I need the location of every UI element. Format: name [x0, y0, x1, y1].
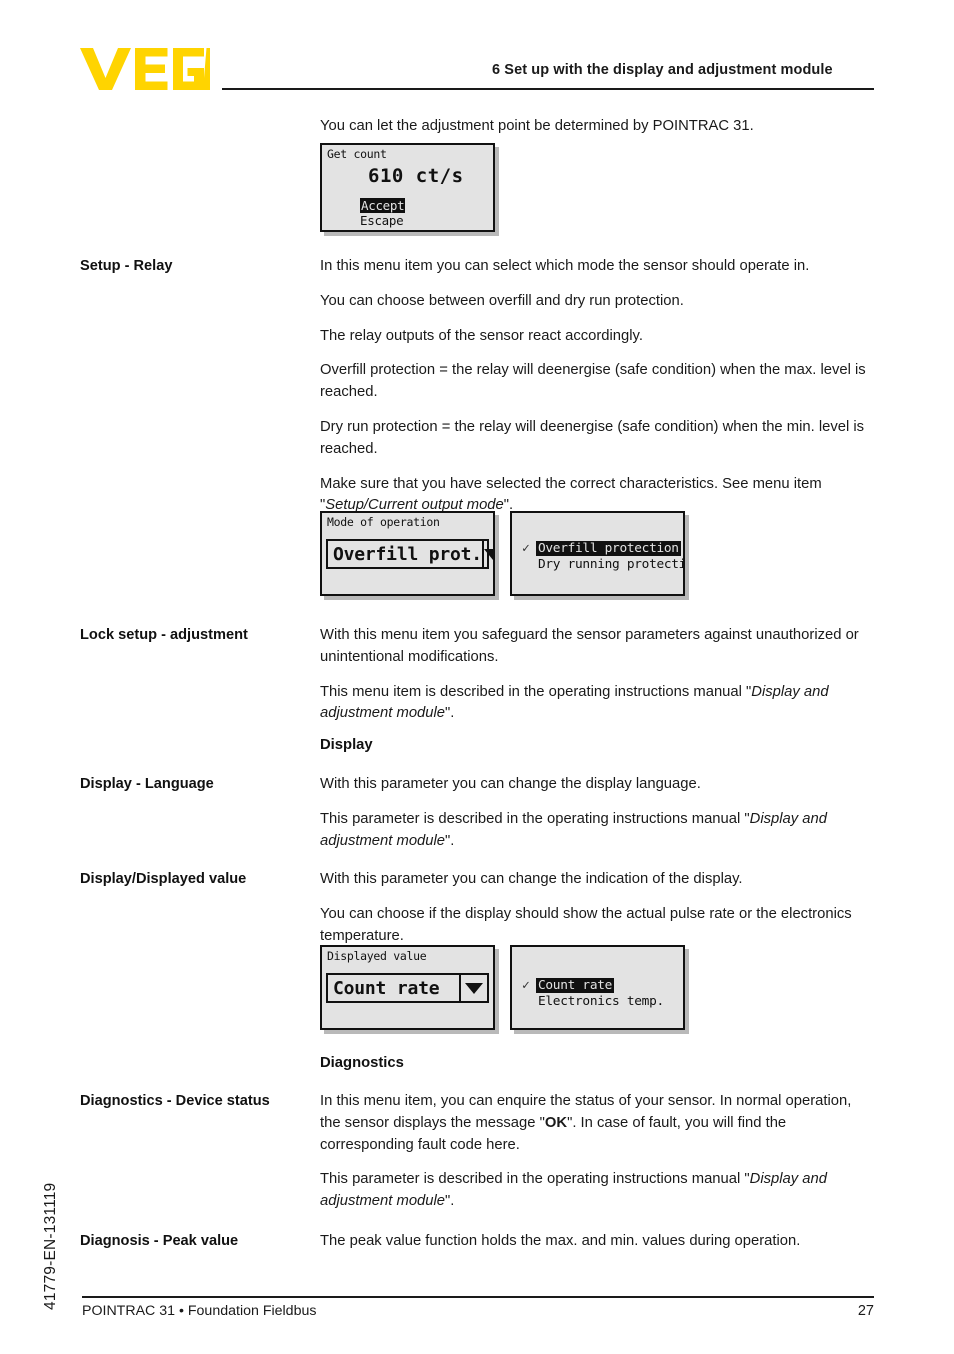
display-language-p2-before: This parameter is described in the opera… [320, 810, 750, 827]
checkmark-icon: ✓ [522, 977, 530, 993]
header-divider [222, 88, 874, 90]
lcd-escape-button[interactable]: Escape [360, 213, 404, 228]
lcd-mode-of-operation: Mode of operation Overfill prot. [320, 511, 495, 596]
chevron-down-icon[interactable] [459, 975, 487, 1001]
footer-product-name: POINTRAC 31 • Foundation Fieldbus [82, 1303, 317, 1319]
displayed-value-text: With this parameter you can change the i… [320, 869, 875, 947]
lcd-dispval-dropdown[interactable]: Count rate [326, 973, 489, 1003]
lock-setup-label: Lock setup - adjustment [80, 627, 248, 643]
lcd-displayed-value-list: ✓ Count rate Electronics temp. [510, 945, 685, 1030]
peak-value-p1: The peak value function holds the max. a… [320, 1233, 801, 1249]
chevron-down-glyph [483, 548, 493, 560]
chapter-title: 6 Set up with the display and adjustment… [492, 62, 833, 78]
list-item[interactable]: Dry running protection [522, 556, 685, 572]
list-item-label: Count rate [536, 977, 615, 993]
lock-setup-p2-after: ". [445, 705, 455, 722]
display-language-label: Display - Language [80, 776, 214, 792]
displayed-value-p2: You can choose if the display should sho… [320, 905, 852, 944]
lcd-dispval-title: Displayed value [327, 949, 427, 963]
displayed-value-label: Display/Displayed value [80, 871, 247, 887]
list-item-label: Electronics temp. [538, 993, 664, 1009]
lcd-mode-dropdown[interactable]: Overfill prot. [326, 539, 493, 569]
device-status-text: In this menu item, you can enquire the s… [320, 1091, 875, 1213]
lock-setup-p2-before: This menu item is described in the opera… [320, 683, 752, 700]
lcd-dispval-list-items: ✓ Count rate Electronics temp. [522, 977, 666, 1009]
lock-setup-p2: This menu item is described in the opera… [320, 682, 875, 726]
lcd-dispval-list-shadow [514, 1030, 689, 1034]
list-item[interactable]: ✓ Count rate [522, 977, 666, 993]
device-status-p1: In this menu item, you can enquire the s… [320, 1091, 875, 1156]
lcd-get-count: Get count 610 ct/s Accept Escape [320, 143, 495, 232]
lcd-accept-button[interactable]: Accept [360, 198, 406, 213]
lcd-mode-value: Overfill prot. [333, 543, 482, 565]
display-section-heading: Display [320, 737, 373, 753]
device-status-p2: This parameter is described in the opera… [320, 1169, 875, 1213]
lcd-dispval-list-shadow2 [685, 949, 689, 1034]
lcd-mode-shadow [324, 596, 499, 600]
document-code: 41779-EN-131119 [42, 1182, 59, 1310]
lcd-get-count-shadow2 [495, 147, 499, 236]
peak-value-label: Diagnosis - Peak value [80, 1233, 239, 1249]
diagnostics-section-heading: Diagnostics [320, 1055, 404, 1071]
checkmark-icon: ✓ [522, 540, 530, 556]
setup-relay-p4: Overfill protection = the relay will dee… [320, 362, 866, 401]
display-language-text: With this parameter you can change the d… [320, 774, 875, 852]
lock-setup-text: With this menu item you safeguard the se… [320, 625, 875, 725]
lcd-mode-list: ✓ Overfill protection Dry running protec… [510, 511, 685, 596]
chevron-down-icon[interactable] [481, 541, 493, 567]
list-item[interactable]: Electronics temp. [522, 993, 666, 1009]
setup-relay-p5: Dry run protection = the relay will deen… [320, 418, 865, 457]
chevron-down-glyph [465, 982, 483, 994]
device-status-label: Diagnostics - Device status [80, 1093, 270, 1109]
displayed-value-p1: With this parameter you can change the i… [320, 871, 743, 887]
device-status-ok-badge: OK [544, 1114, 568, 1131]
lcd-get-count-value: 610 ct/s [368, 165, 464, 187]
peak-value-text: The peak value function holds the max. a… [320, 1231, 875, 1253]
setup-relay-p2: You can choose between overfill and dry … [320, 292, 684, 309]
lcd-mode-list-shadow2 [685, 515, 689, 600]
lcd-get-count-shadow [324, 232, 499, 236]
list-item[interactable]: ✓ Overfill protection [522, 540, 683, 556]
setup-relay-p1: In this menu item you can select which m… [320, 258, 810, 274]
lcd-mode-list-shadow [514, 596, 689, 600]
display-language-p2: This parameter is described in the opera… [320, 809, 875, 853]
display-language-p2-after: ". [445, 832, 455, 849]
device-status-p2-after: ". [445, 1193, 455, 1210]
list-item-label: Overfill protection [536, 540, 681, 556]
lcd-dispval-value: Count rate [333, 977, 440, 999]
lcd-displayed-value: Displayed value Count rate [320, 945, 495, 1030]
document-page: 6 Set up with the display and adjustment… [0, 0, 954, 1354]
lock-setup-p1: With this menu item you safeguard the se… [320, 627, 859, 665]
intro-text: You can let the adjustment point be dete… [320, 118, 754, 134]
page-number: 27 [857, 1303, 874, 1319]
device-status-p2-before: This parameter is described in the opera… [320, 1171, 750, 1188]
lcd-get-count-title: Get count [327, 147, 387, 161]
lcd-dispval-shadow [324, 1030, 499, 1034]
vega-logo [80, 48, 210, 90]
setup-relay-p3: The relay outputs of the sensor react ac… [320, 327, 643, 344]
setup-relay-label: Setup - Relay [80, 258, 173, 274]
footer-divider [82, 1296, 874, 1298]
lcd-mode-list-items: ✓ Overfill protection Dry running protec… [522, 540, 685, 572]
page-header: 6 Set up with the display and adjustment… [0, 0, 954, 100]
lcd-mode-title: Mode of operation [327, 515, 440, 529]
display-language-p1: With this parameter you can change the d… [320, 776, 701, 792]
list-item-label: Dry running protection [538, 556, 685, 572]
lcd-mode-shadow2 [495, 515, 499, 600]
setup-relay-text: In this menu item you can select which m… [320, 256, 875, 517]
lcd-dispval-shadow2 [495, 949, 499, 1034]
